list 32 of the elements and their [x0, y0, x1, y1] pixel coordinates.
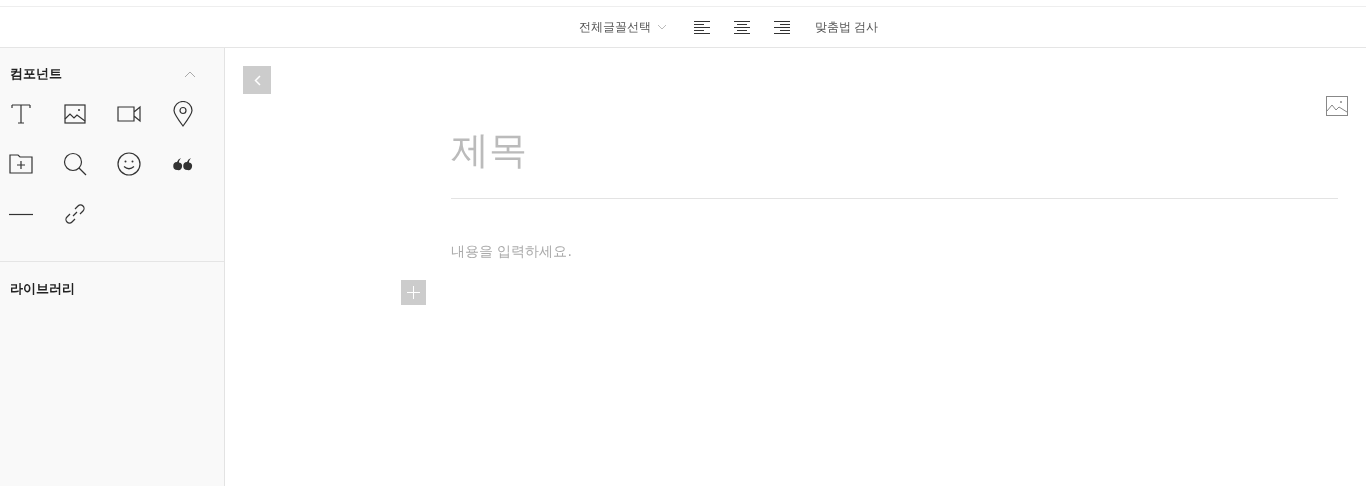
- search-icon: [63, 152, 87, 176]
- align-button[interactable]: [692, 19, 711, 35]
- video-camera-icon: [117, 105, 141, 123]
- component-button[interactable]: [116, 151, 142, 177]
- plus-icon: [407, 286, 420, 299]
- text-icon: [10, 104, 32, 124]
- image-icon: [64, 104, 86, 124]
- section-title: 라이브러리: [10, 281, 75, 296]
- component-button[interactable]: [170, 101, 196, 127]
- map-pin-icon: [173, 101, 193, 127]
- align-center-icon: [733, 20, 750, 34]
- spellcheck-button[interactable]: 맞춤법 검사: [814, 18, 879, 36]
- align-right-icon: [773, 20, 790, 34]
- font-select[interactable]: 전체글꼴선택: [578, 18, 667, 36]
- image-icon: [1326, 96, 1348, 116]
- align-button[interactable]: [772, 19, 791, 35]
- chevron-down-icon: [656, 24, 667, 30]
- align-button[interactable]: [732, 19, 751, 35]
- quote-icon: [173, 157, 193, 171]
- component-button[interactable]: [62, 101, 88, 127]
- link-icon: [64, 203, 86, 225]
- smiley-icon: [117, 152, 141, 176]
- horizontal-line-icon: [9, 212, 33, 216]
- image-button[interactable]: [1325, 94, 1349, 118]
- section-title: 컴포넌트: [10, 65, 62, 83]
- align-left-icon: [693, 20, 710, 34]
- title-field[interactable]: 제목: [451, 128, 1338, 199]
- folder-plus-icon: [9, 154, 33, 174]
- component-button[interactable]: [62, 151, 88, 177]
- chevron-left-icon: [253, 74, 261, 86]
- body-field[interactable]: 내용을 입력하세요.: [451, 243, 1338, 259]
- component-button[interactable]: [62, 201, 88, 227]
